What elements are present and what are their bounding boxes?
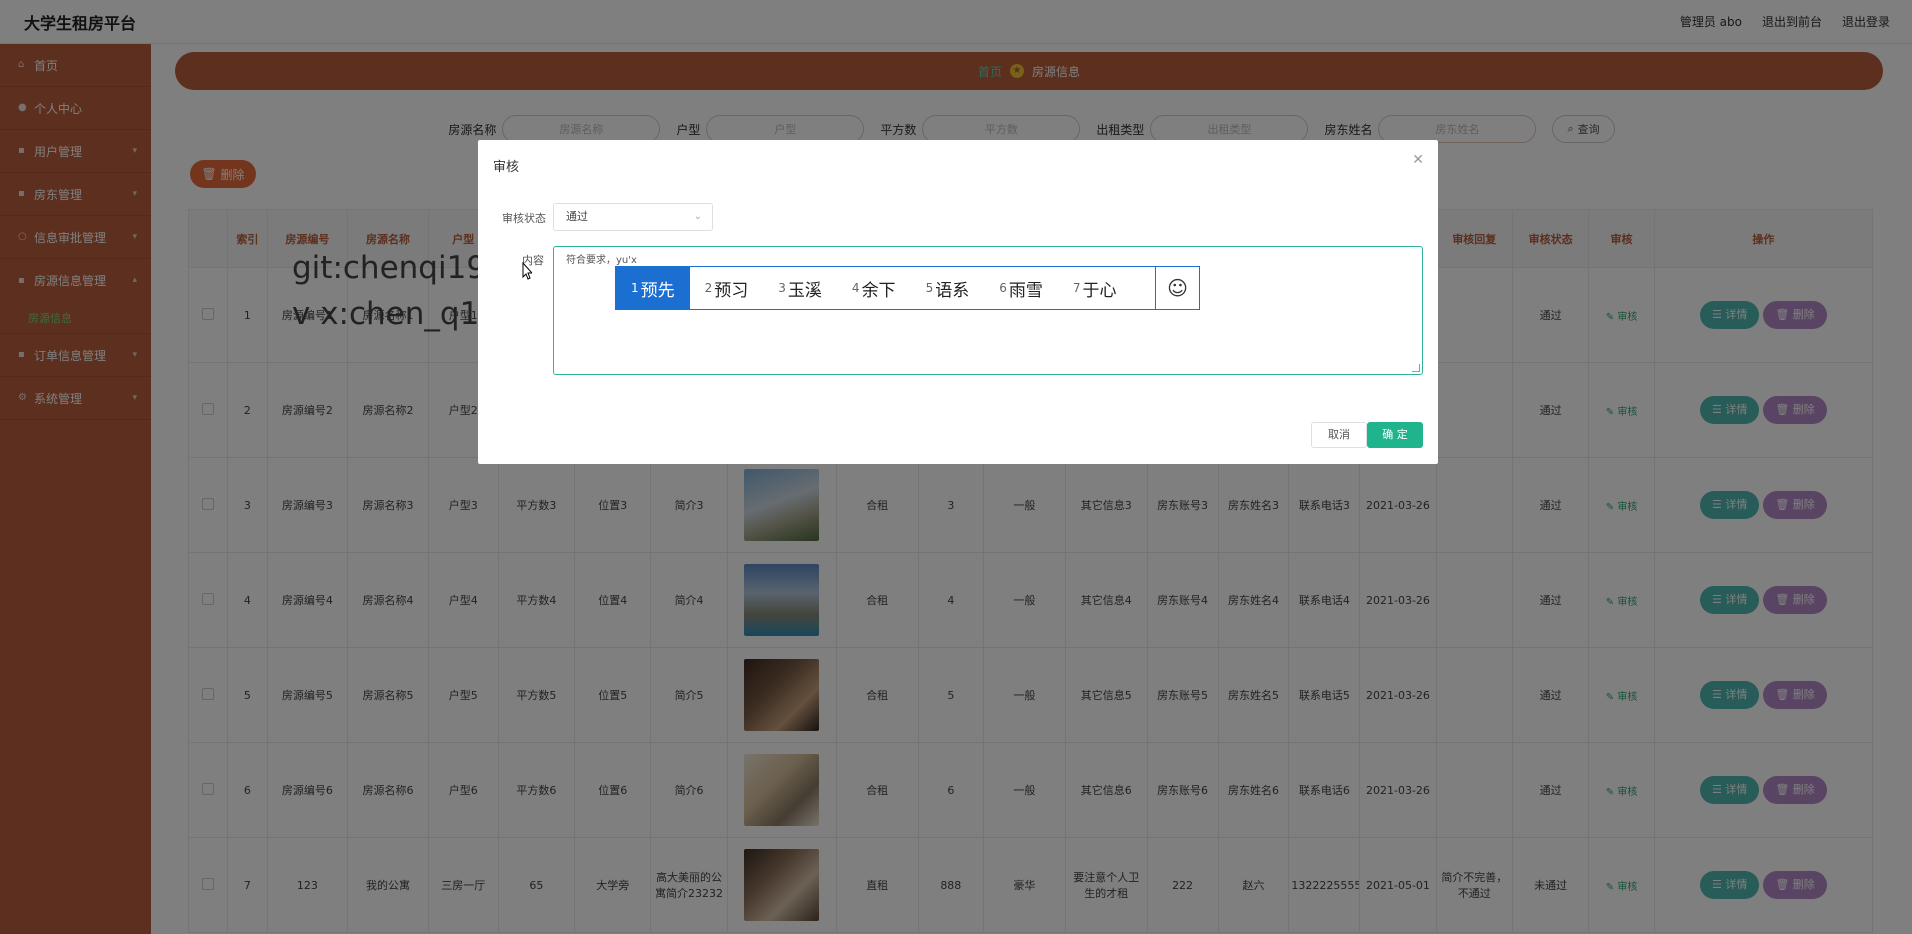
ime-candidate[interactable]: 2 预习	[690, 267, 764, 309]
resize-handle[interactable]	[1412, 364, 1420, 372]
dialog-title: 审核	[493, 160, 520, 175]
ime-candidate-text: 玉溪	[787, 280, 822, 301]
ime-candidate-bar: 1 预先 2 预习 3 玉溪 4 余下 5 语系 6 雨雪 7 于心 ☺	[615, 266, 1200, 310]
emoji-icon[interactable]: ☺	[1155, 267, 1199, 309]
ime-candidate[interactable]: 3 玉溪	[763, 267, 837, 309]
cancel-button[interactable]: 取消	[1311, 422, 1367, 448]
ime-candidate-number: 4	[851, 281, 860, 295]
ime-candidate-text: 于心	[1082, 280, 1117, 301]
ime-candidate-number: 2	[704, 281, 713, 295]
chevron-down-icon: ⌄	[693, 211, 702, 222]
ime-candidate[interactable]: 5 语系	[911, 267, 985, 309]
status-select-value: 通过	[566, 210, 588, 223]
ime-candidate[interactable]: 6 雨雪	[984, 267, 1058, 309]
ime-candidate-number: 7	[1072, 281, 1081, 295]
ime-candidate-text: 语系	[935, 280, 970, 301]
close-icon[interactable]: ✕	[1412, 152, 1424, 168]
content-textarea-value: 符合要求，yu'x	[566, 255, 637, 266]
watermark-line-1: git:chenqi199	[292, 250, 506, 286]
mouse-cursor-icon	[522, 262, 532, 280]
ime-candidate-number: 6	[999, 281, 1007, 295]
ime-candidate[interactable]: 7 于心	[1058, 267, 1132, 309]
ime-candidate[interactable]: 4 余下	[837, 267, 911, 309]
status-field-label: 审核状态	[502, 212, 546, 225]
ime-candidate-number: 5	[925, 281, 934, 295]
ime-candidate-text: 雨雪	[1008, 280, 1043, 301]
status-select[interactable]: 通过 ⌄	[553, 203, 713, 231]
ime-candidate-number: 3	[778, 281, 786, 295]
ime-candidate-text: 预先	[640, 280, 675, 301]
ime-candidate-text: 余下	[861, 280, 896, 301]
ime-candidate-number: 1	[631, 281, 639, 295]
ime-candidate-text: 预习	[714, 280, 749, 301]
ime-candidate[interactable]: 1 预先	[616, 267, 690, 309]
confirm-button[interactable]: 确 定	[1367, 422, 1423, 448]
